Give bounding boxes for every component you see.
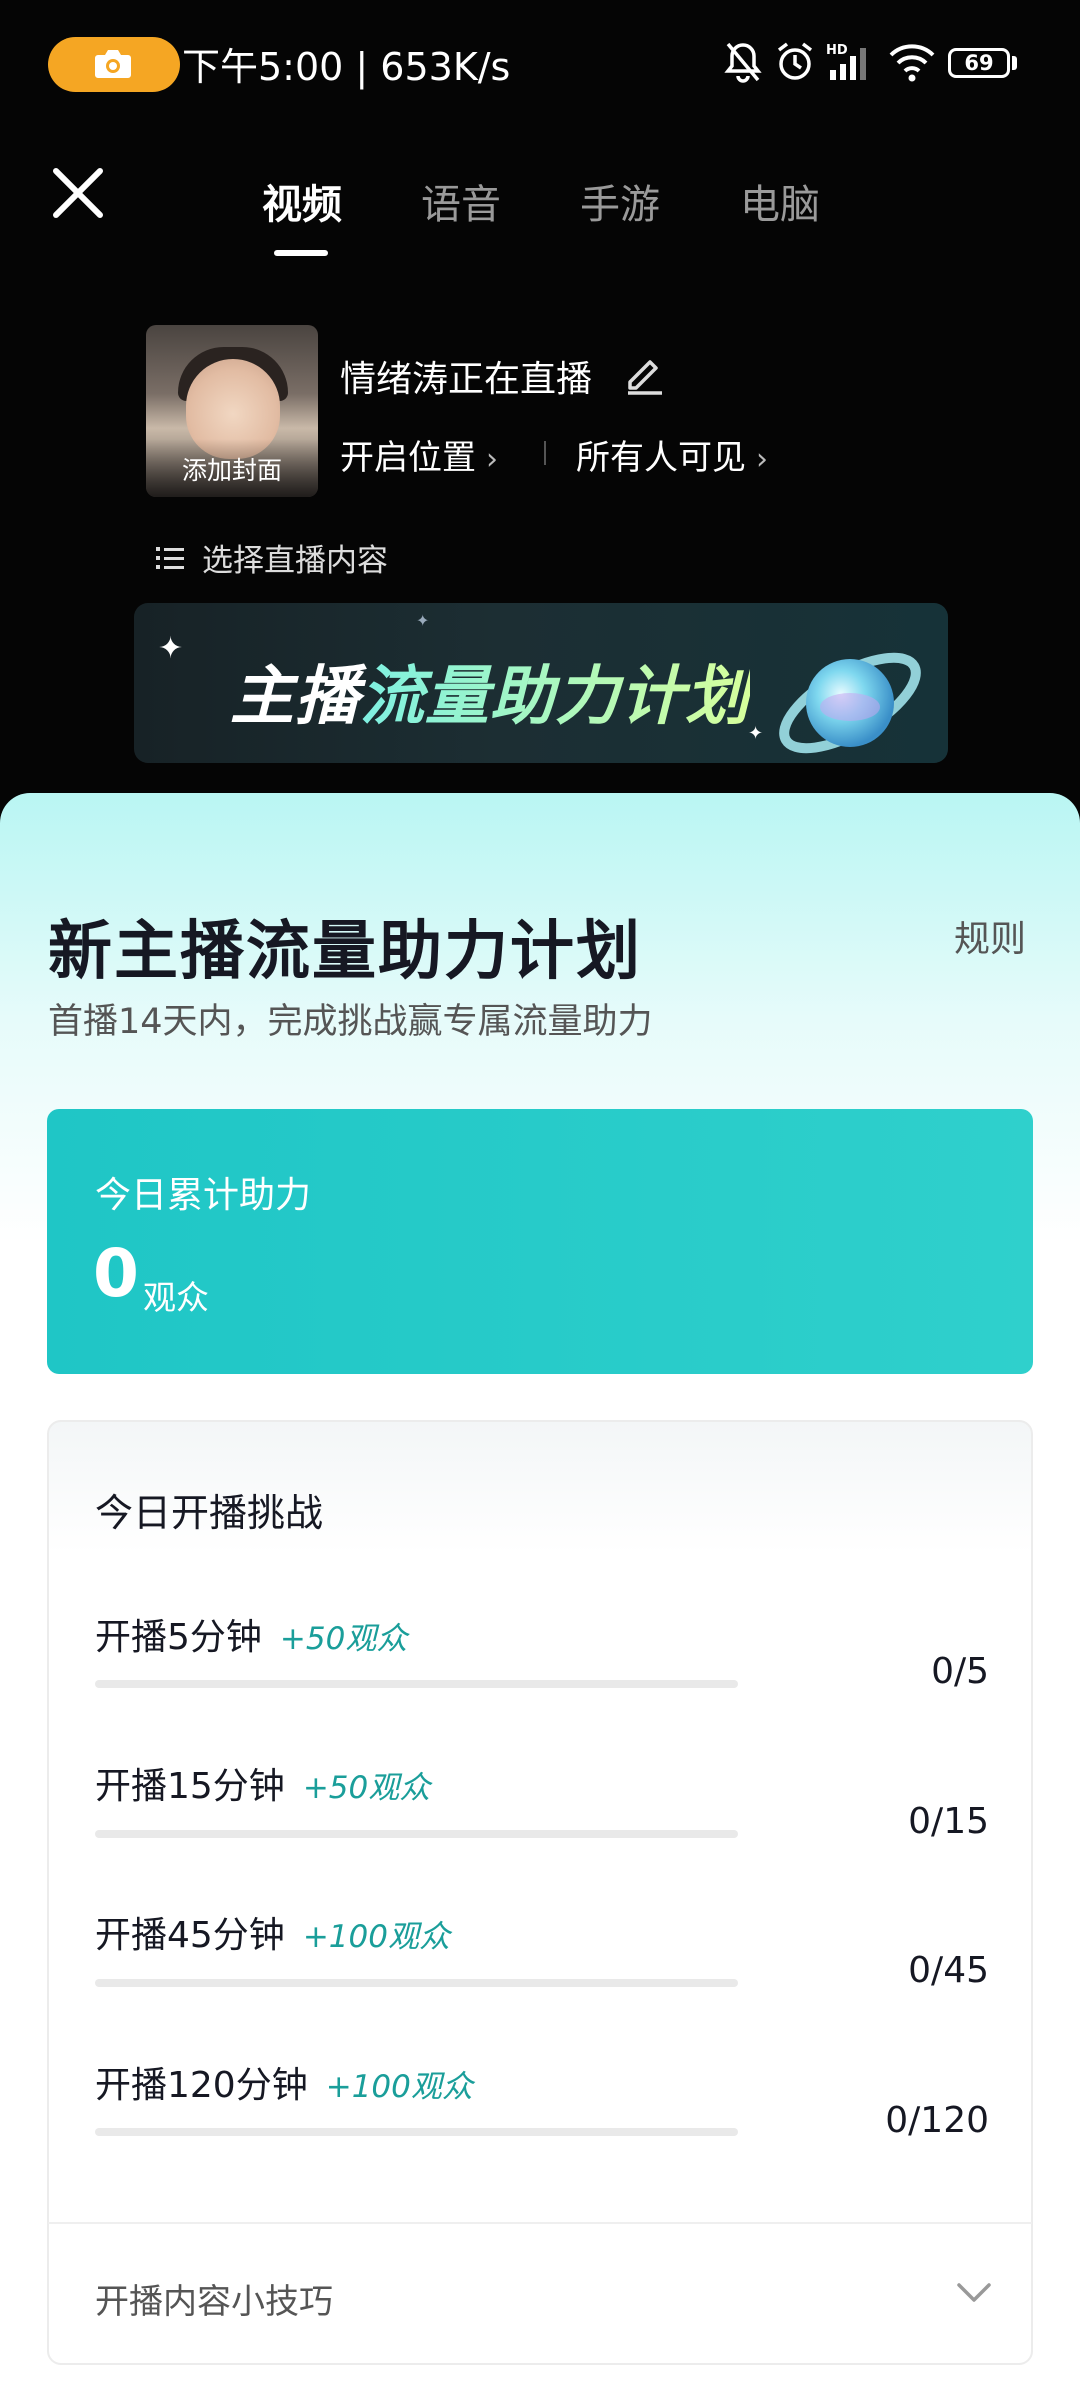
mute-bell-icon (724, 42, 762, 83)
camera-icon (95, 50, 131, 78)
rules-link[interactable]: 规则 (954, 910, 1026, 962)
tab-pc[interactable]: 电脑 (740, 172, 820, 230)
chevron-right-icon: › (486, 442, 498, 477)
privacy-label: 所有人可见 (576, 438, 746, 478)
promo-banner[interactable]: ✦ ✦ ✦ 主播流量助力计划 (134, 603, 948, 763)
battery-tip (1012, 56, 1017, 70)
add-cover-label: 添加封面 (181, 456, 282, 485)
add-cover-button[interactable]: 添加封面 (146, 325, 318, 497)
challenge-title: 今日开播挑战 (95, 1491, 324, 1535)
status-time: 下午5:00 | 653K/s (182, 45, 511, 89)
chevron-right-icon: › (756, 442, 768, 477)
tab-video[interactable]: 视频 (262, 172, 342, 230)
sparkle-icon: ✦ (158, 631, 184, 666)
task-count: 0/5 (931, 1651, 989, 1692)
task-count: 0/15 (908, 1801, 989, 1842)
task-label: 开播15分钟 +50观众 (95, 1766, 431, 1807)
sparkle-icon: ✦ (748, 723, 764, 744)
divider (544, 441, 546, 465)
status-bar: 下午5:00 | 653K/s HD 69 (0, 0, 1080, 125)
close-icon[interactable] (50, 165, 106, 221)
today-total-card (47, 1109, 1033, 1374)
task-label: 开播45分钟 +100观众 (95, 1915, 450, 1956)
location-label: 开启位置 (340, 438, 476, 478)
hd-signal-icon: HD (826, 43, 866, 80)
tab-indicator (274, 250, 328, 256)
task-label: 开播120分钟 +100观众 (95, 2065, 473, 2106)
today-total-unit: 观众 (143, 1278, 209, 1317)
task-reward: +100观众 (325, 2069, 473, 2105)
svg-text:HD: HD (826, 43, 848, 58)
sheet-title: 新主播流量助力计划 (48, 915, 642, 989)
tab-mobile-game[interactable]: 手游 (580, 172, 660, 230)
wifi-icon (889, 44, 935, 82)
task-reward: +50观众 (279, 1621, 408, 1657)
sheet-subtitle: 首播14天内，完成挑战赢专属流量助力 (48, 1002, 653, 1042)
divider (48, 2222, 1032, 2224)
select-live-content-label: 选择直播内容 (202, 543, 388, 579)
content-tips-toggle[interactable]: 开播内容小技巧 (95, 2274, 333, 2323)
task-reward: +100观众 (302, 1919, 450, 1955)
list-icon (156, 546, 184, 569)
alarm-icon (777, 42, 813, 80)
task-reward: +50观众 (302, 1770, 431, 1806)
tab-voice[interactable]: 语音 (421, 172, 501, 230)
select-live-content-button[interactable]: 选择直播内容 (156, 535, 388, 580)
task-progress-bar (95, 2128, 738, 2136)
task-progress-bar (95, 1680, 738, 1688)
today-total-label: 今日累计助力 (95, 1175, 312, 1216)
edit-pencil-icon[interactable] (622, 352, 666, 396)
task-label: 开播5分钟 +50观众 (95, 1617, 408, 1658)
sparkle-icon: ✦ (416, 611, 430, 630)
planet-icon (779, 652, 921, 754)
chevron-down-icon[interactable] (956, 2282, 992, 2304)
live-title[interactable]: 情绪涛正在直播 (340, 350, 592, 402)
task-progress-bar (95, 1830, 738, 1838)
task-progress-bar (95, 1979, 738, 1987)
location-button[interactable]: 开启位置 › (340, 430, 498, 479)
task-count: 0/120 (885, 2100, 989, 2141)
privacy-button[interactable]: 所有人可见 › (576, 430, 768, 479)
today-total-value: 0 (93, 1235, 139, 1312)
battery-icon: 69 (948, 48, 1010, 78)
task-count: 0/45 (908, 1950, 989, 1991)
promo-banner-title: 主播流量助力计划 (230, 660, 750, 734)
screen-record-pill[interactable] (48, 37, 180, 92)
